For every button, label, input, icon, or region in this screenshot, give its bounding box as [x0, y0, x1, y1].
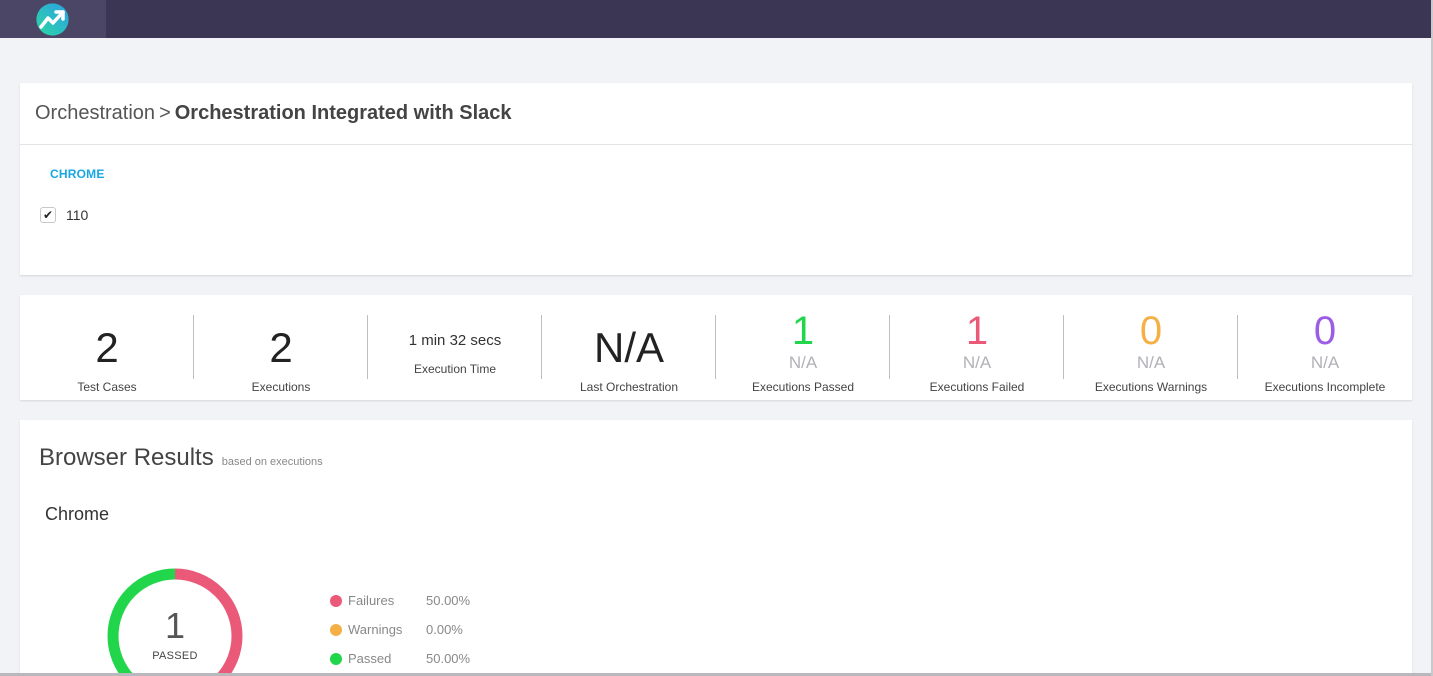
browser-results-card: Browser Results based on executions Chrom… [20, 420, 1412, 676]
stat-execution-time: 1 min 32 secs Execution Time [368, 295, 542, 400]
executions-label: Executions [251, 380, 311, 394]
stat-executions-failed: 1 N/A Executions Failed [890, 295, 1064, 400]
legend-value: 0.00% [426, 622, 463, 637]
legend-item-failures: Failures 50.00% [330, 586, 470, 615]
legend-label: Passed [348, 651, 392, 666]
breadcrumb-current: Orchestration Integrated with Slack [174, 102, 512, 124]
passed-value: 1 [791, 309, 815, 353]
execution-time-label: Execution Time [413, 362, 497, 376]
stat-executions-incomplete: 0 N/A Executions Incomplete [1238, 295, 1412, 400]
results-heading: Browser Results [39, 444, 214, 471]
breadcrumb-separator: > [159, 102, 171, 124]
legend-label: Warnings [348, 622, 403, 637]
version-label: 110 [66, 207, 89, 223]
passed-sub: N/A [788, 353, 818, 372]
chart-browser-name: Chrome [45, 504, 110, 524]
legend-item-passed: Passed 50.00% [330, 644, 470, 673]
failures-dot-icon [330, 594, 342, 607]
passed-dot-icon [330, 652, 342, 665]
incomplete-value: 0 [1313, 309, 1337, 353]
failed-sub: N/A [962, 353, 992, 372]
breadcrumb: Orchestration > Orchestration Integrated w… [35, 102, 512, 125]
incomplete-sub: N/A [1310, 353, 1340, 372]
browser-version-row[interactable]: ✔ 110 [40, 207, 88, 223]
warnings-value: 0 [1139, 309, 1163, 353]
execution-time-value: 1 min 32 secs [408, 332, 502, 349]
legend-value: 50.00% [426, 593, 471, 608]
logo-button[interactable] [0, 0, 106, 38]
browser-group-title: CHROME [50, 167, 105, 181]
failed-label: Executions Failed [929, 380, 1025, 394]
stat-executions-warnings: 0 N/A Executions Warnings [1064, 295, 1238, 400]
legend-value: 50.00% [426, 651, 471, 666]
checkmark-icon: ✔ [42, 208, 54, 222]
legend-item-warnings: Warnings 0.00% [330, 615, 470, 644]
stat-last-orchestration: N/A Last Orchestration [542, 295, 716, 400]
version-checkbox[interactable]: ✔ [40, 207, 56, 223]
passed-label: Executions Passed [751, 380, 855, 394]
stat-executions-passed: 1 N/A Executions Passed [716, 295, 890, 400]
test-cases-value: 2 [95, 324, 119, 371]
last-orchestration-label: Last Orchestration [579, 380, 679, 394]
failed-value: 1 [965, 309, 989, 353]
top-navbar [0, 0, 1433, 38]
last-orchestration-value: N/A [593, 324, 664, 371]
warnings-dot-icon [330, 623, 342, 636]
donut-legend: Failures 50.00% Warnings 0.00% Passed 50… [330, 586, 470, 673]
stats-card: 2 Test Cases 2 Executions 1 min 32 secs … [20, 295, 1412, 400]
stat-test-cases: 2 Test Cases [20, 295, 194, 400]
results-title: Browser Results based on executions [39, 444, 323, 472]
donut-center-value: 1 [164, 605, 186, 646]
stat-executions: 2 Executions [194, 295, 368, 400]
donut-center-label: PASSED [152, 650, 198, 662]
incomplete-label: Executions Incomplete [1264, 380, 1386, 394]
executions-value: 2 [269, 324, 293, 371]
results-subtitle: based on executions [221, 456, 323, 468]
warnings-sub: N/A [1136, 353, 1166, 372]
trending-chart-icon [36, 3, 69, 36]
legend-label: Failures [348, 593, 395, 608]
header-divider [20, 144, 1412, 145]
orchestration-header-card: Orchestration > Orchestration Integrated w… [20, 83, 1412, 275]
test-cases-label: Test Cases [77, 380, 137, 394]
warnings-label: Executions Warnings [1094, 380, 1208, 394]
breadcrumb-parent-link[interactable]: Orchestration [35, 102, 155, 124]
